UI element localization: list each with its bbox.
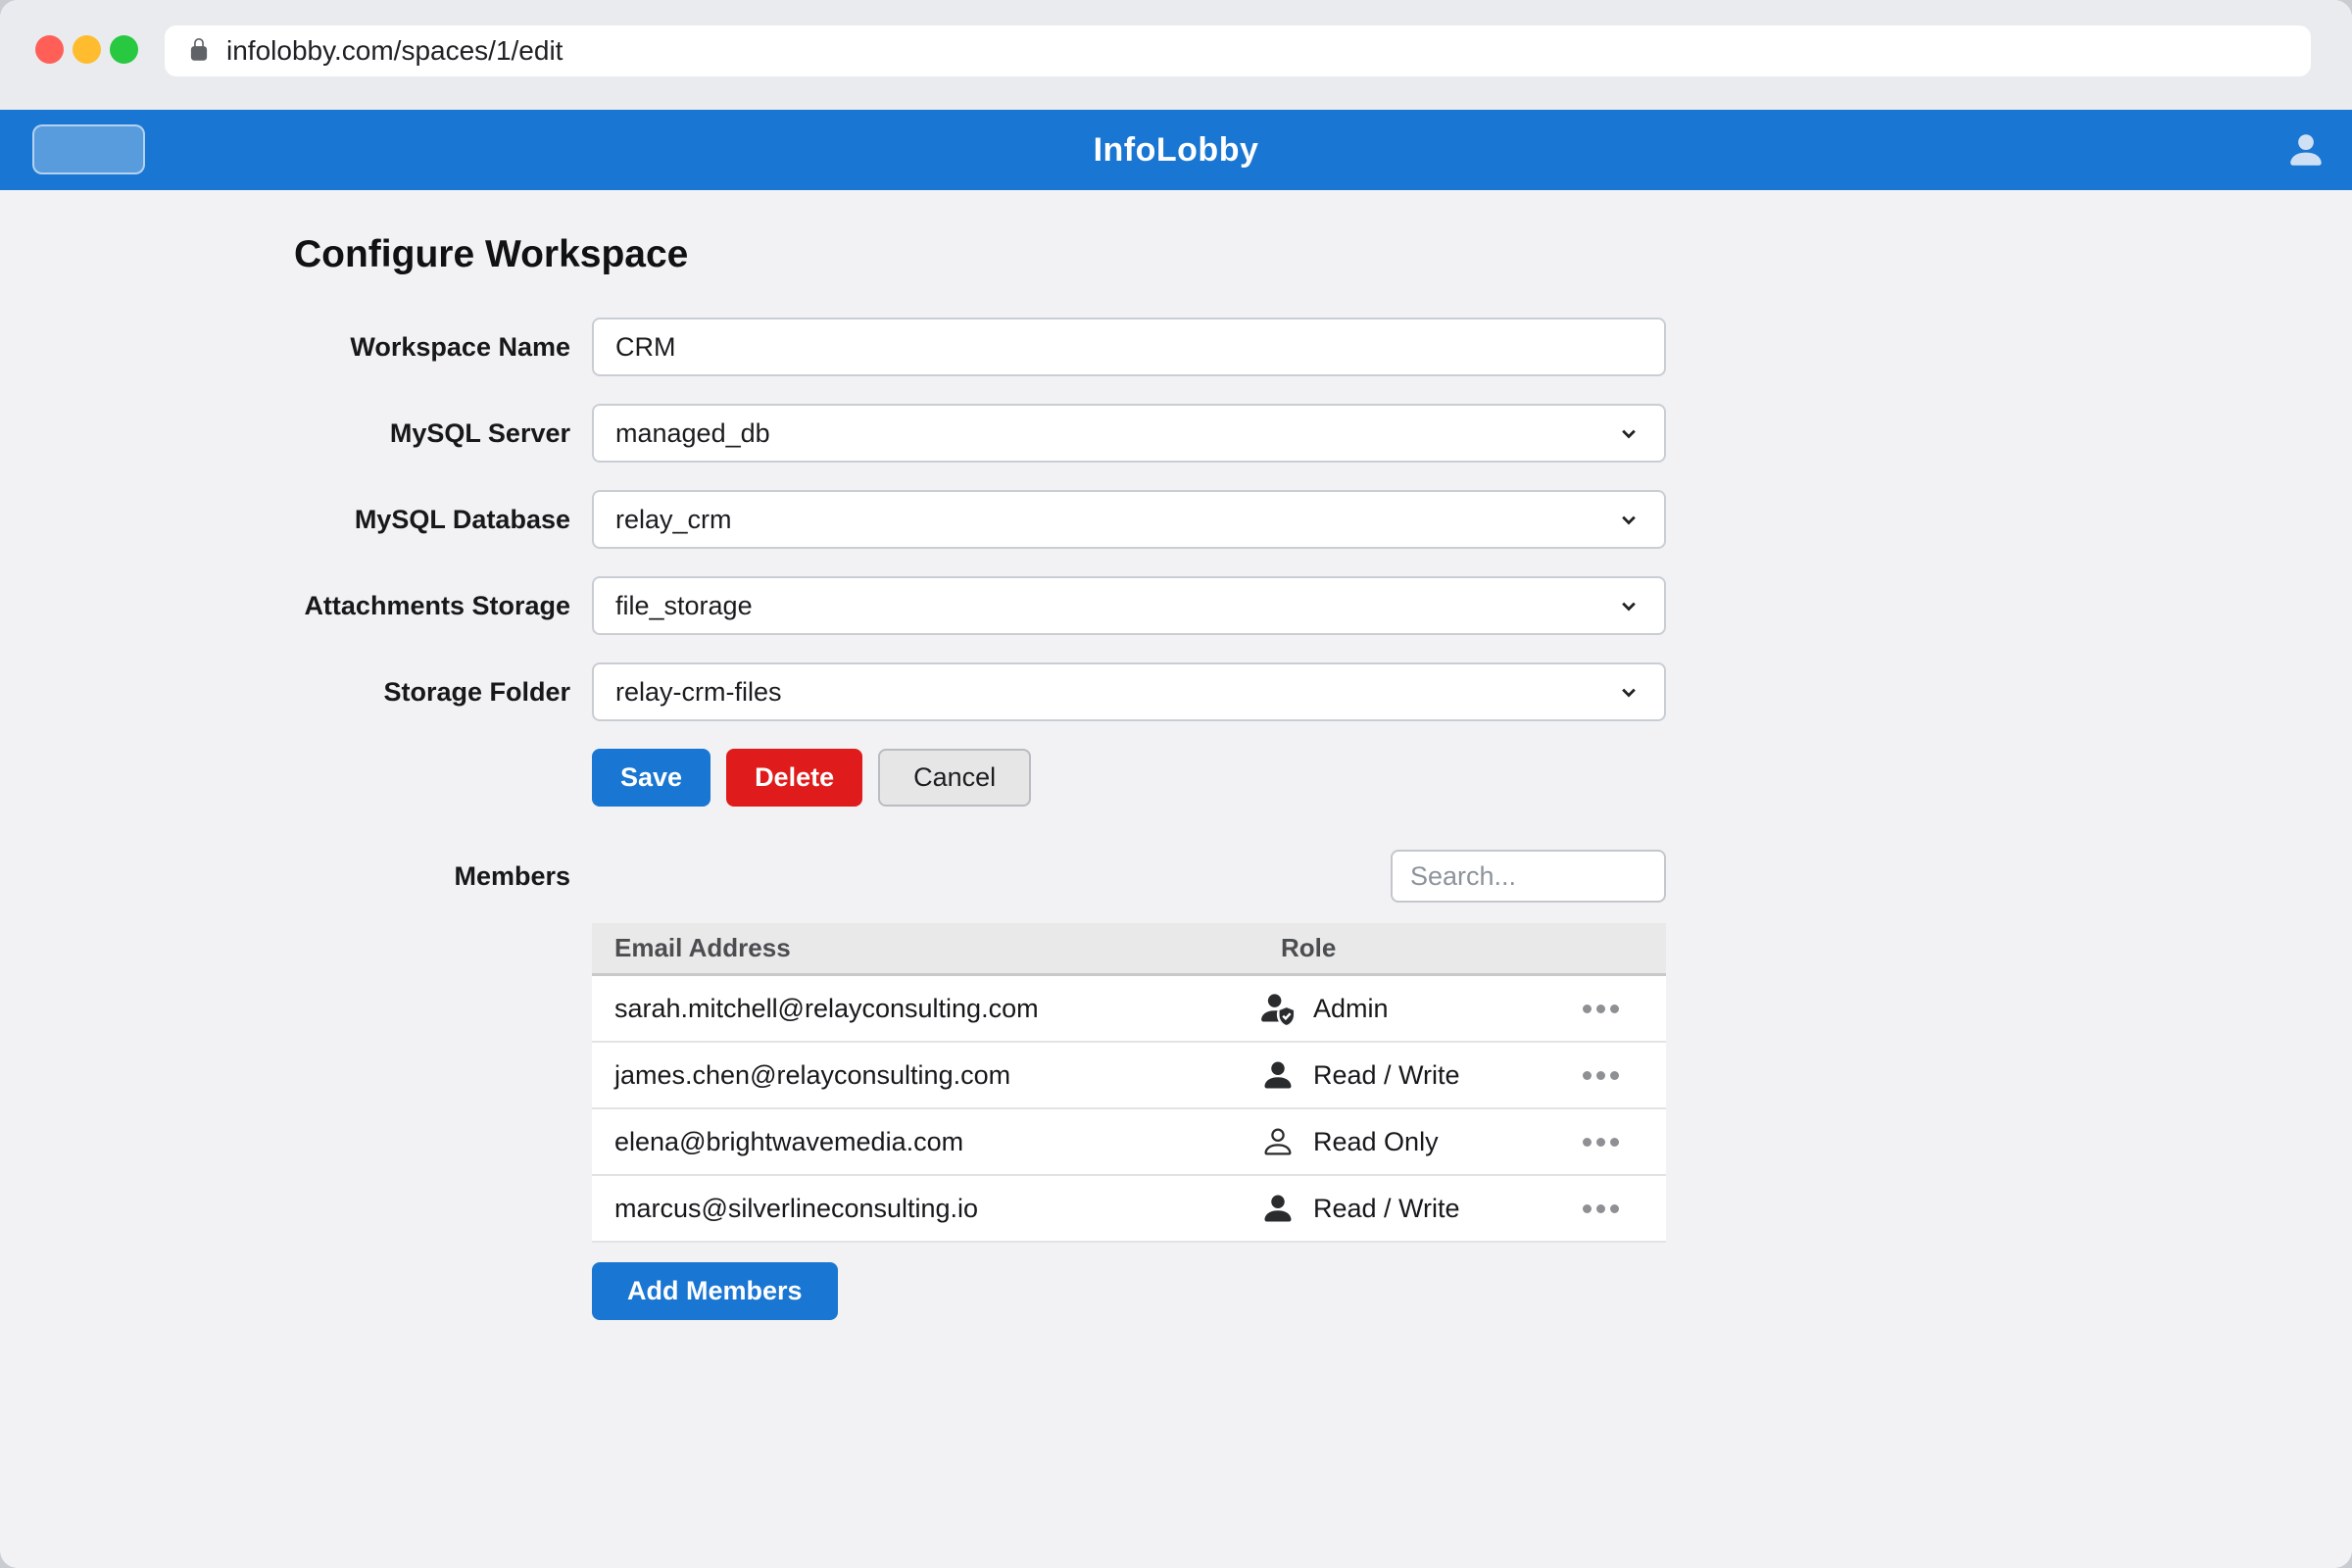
chevron-down-icon	[1615, 506, 1642, 533]
person-filled-icon	[1260, 1057, 1296, 1093]
member-role: Admin	[1313, 994, 1389, 1024]
workspace-name-label: Workspace Name	[294, 330, 570, 365]
workspace-name-row: Workspace Name	[294, 318, 2352, 376]
row-menu-button[interactable]	[1579, 1128, 1623, 1156]
workspace-name-input[interactable]	[592, 318, 1666, 376]
member-row: sarah.mitchell@relayconsulting.com Admin	[592, 976, 1666, 1043]
members-table: Email Address Role sarah.mitchell@relayc…	[592, 923, 1666, 1243]
mysql-server-label: MySQL Server	[294, 416, 570, 451]
mysql-database-label: MySQL Database	[294, 503, 570, 537]
row-menu-button[interactable]	[1579, 995, 1623, 1023]
browser-window: infolobby.com/spaces/1/edit InfoLobby Co…	[0, 0, 2352, 1568]
person-filled-icon	[1260, 1191, 1296, 1226]
members-table-header: Email Address Role	[592, 923, 1666, 976]
address-bar[interactable]: infolobby.com/spaces/1/edit	[165, 25, 2311, 76]
member-role-cell: Admin	[1258, 991, 1666, 1026]
member-role: Read Only	[1313, 1127, 1439, 1157]
cancel-button[interactable]: Cancel	[878, 749, 1031, 807]
mysql-database-select[interactable]: relay_crm	[592, 490, 1666, 549]
member-role-cell: Read Only	[1258, 1124, 1666, 1159]
attachments-storage-value: file_storage	[615, 591, 753, 621]
add-members-button[interactable]: Add Members	[592, 1262, 838, 1320]
browser-chrome: infolobby.com/spaces/1/edit	[0, 0, 2352, 110]
app-header: InfoLobby	[0, 110, 2352, 190]
attachments-storage-select[interactable]: file_storage	[592, 576, 1666, 635]
attachments-storage-label: Attachments Storage	[294, 589, 570, 623]
member-role: Read / Write	[1313, 1194, 1460, 1224]
members-search-input[interactable]	[1391, 850, 1666, 903]
storage-folder-label: Storage Folder	[294, 675, 570, 710]
minimize-window-button[interactable]	[73, 35, 101, 64]
members-search-row	[592, 850, 1666, 903]
row-menu-button[interactable]	[1579, 1061, 1623, 1090]
row-menu-button[interactable]	[1579, 1195, 1623, 1223]
app-title: InfoLobby	[1094, 131, 1259, 170]
close-window-button[interactable]	[35, 35, 64, 64]
zoom-window-button[interactable]	[110, 35, 138, 64]
member-role-cell: Read / Write	[1258, 1191, 1666, 1226]
window-controls	[35, 35, 138, 64]
storage-folder-value: relay-crm-files	[615, 677, 782, 708]
mysql-server-row: MySQL Server managed_db	[294, 404, 2352, 463]
form-actions: Save Delete Cancel	[592, 749, 2352, 807]
member-role-cell: Read / Write	[1258, 1057, 1666, 1093]
page-title: Configure Workspace	[294, 233, 2352, 276]
mysql-database-row: MySQL Database relay_crm	[294, 490, 2352, 549]
main-content: Configure Workspace Workspace Name MySQL…	[0, 190, 2352, 1320]
mysql-server-select[interactable]: managed_db	[592, 404, 1666, 463]
attachments-storage-row: Attachments Storage file_storage	[294, 576, 2352, 635]
account-icon[interactable]	[2285, 129, 2327, 171]
member-row: marcus@silverlineconsulting.io Read / Wr…	[592, 1176, 1666, 1243]
role-column-header: Role	[1258, 933, 1666, 963]
save-button[interactable]: Save	[592, 749, 710, 807]
person-outline-icon	[1260, 1124, 1296, 1159]
storage-folder-select[interactable]: relay-crm-files	[592, 662, 1666, 721]
members-label: Members	[294, 850, 570, 1320]
header-back-button[interactable]	[32, 124, 145, 174]
members-panel: Email Address Role sarah.mitchell@relayc…	[592, 850, 1666, 1320]
person-shield-icon	[1260, 991, 1296, 1026]
url-text: infolobby.com/spaces/1/edit	[226, 35, 563, 67]
member-email: sarah.mitchell@relayconsulting.com	[592, 994, 1258, 1024]
lock-icon	[186, 38, 212, 64]
member-role: Read / Write	[1313, 1060, 1460, 1091]
chevron-down-icon	[1615, 678, 1642, 706]
member-email: james.chen@relayconsulting.com	[592, 1060, 1258, 1091]
mysql-database-value: relay_crm	[615, 505, 732, 535]
member-row: elena@brightwavemedia.com Read Only	[592, 1109, 1666, 1176]
member-row: james.chen@relayconsulting.com Read / Wr…	[592, 1043, 1666, 1109]
storage-folder-row: Storage Folder relay-crm-files	[294, 662, 2352, 721]
mysql-server-value: managed_db	[615, 418, 770, 449]
chevron-down-icon	[1615, 592, 1642, 619]
members-section: Members Email Address Role sarah.mitchel…	[294, 850, 2352, 1320]
chevron-down-icon	[1615, 419, 1642, 447]
delete-button[interactable]: Delete	[726, 749, 862, 807]
email-column-header: Email Address	[592, 933, 1258, 963]
member-email: marcus@silverlineconsulting.io	[592, 1194, 1258, 1224]
member-email: elena@brightwavemedia.com	[592, 1127, 1258, 1157]
